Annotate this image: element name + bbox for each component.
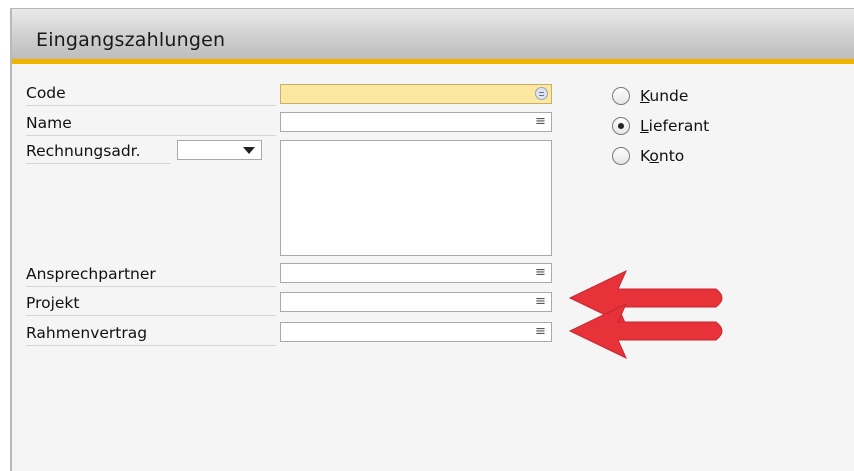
billing-address-textarea[interactable] [280,140,552,256]
billing-address-label: Rechnungsadr. [26,142,141,160]
list-menu-icon[interactable]: ≡ [535,325,546,338]
chevron-down-icon [243,147,255,154]
name-field[interactable]: ≡ [280,112,552,132]
radio-supplier[interactable]: Lieferant [612,115,709,137]
code-field[interactable] [280,84,552,104]
window-title: Eingangszahlungen [36,29,226,51]
window-titlebar: Eingangszahlungen [12,9,854,64]
radio-supplier-label: Lieferant [640,117,710,135]
name-label: Name [26,114,72,132]
framework-contract-divider [26,345,276,346]
list-menu-icon[interactable]: ≡ [535,266,546,279]
radio-supplier-button[interactable] [612,117,630,135]
list-menu-icon[interactable]: ≡ [535,295,546,308]
billing-address-divider [26,163,171,164]
framework-contract-label: Rahmenvertrag [26,324,148,342]
contact-person-divider [26,286,276,287]
radio-account-button[interactable] [612,147,630,165]
radio-customer[interactable]: Kunde [612,85,688,107]
list-menu-icon[interactable]: ≡ [535,115,546,128]
contact-person-label: Ansprechpartner [26,265,156,283]
radio-account-label: Konto [640,147,685,165]
framework-contract-field[interactable]: ≡ [280,322,552,342]
name-divider [26,135,276,136]
red-arrow-icon [568,302,723,360]
radio-customer-button[interactable] [612,87,630,105]
code-divider [26,105,276,106]
code-label: Code [26,84,66,102]
project-label: Projekt [26,294,80,312]
radio-account[interactable]: Konto [612,145,684,167]
contact-person-field[interactable]: ≡ [280,263,552,283]
billing-address-select[interactable] [177,140,262,160]
radio-customer-label: Kunde [640,87,689,105]
project-field[interactable]: ≡ [280,292,552,312]
project-divider [26,315,276,316]
lookup-circle-icon[interactable] [535,87,548,100]
